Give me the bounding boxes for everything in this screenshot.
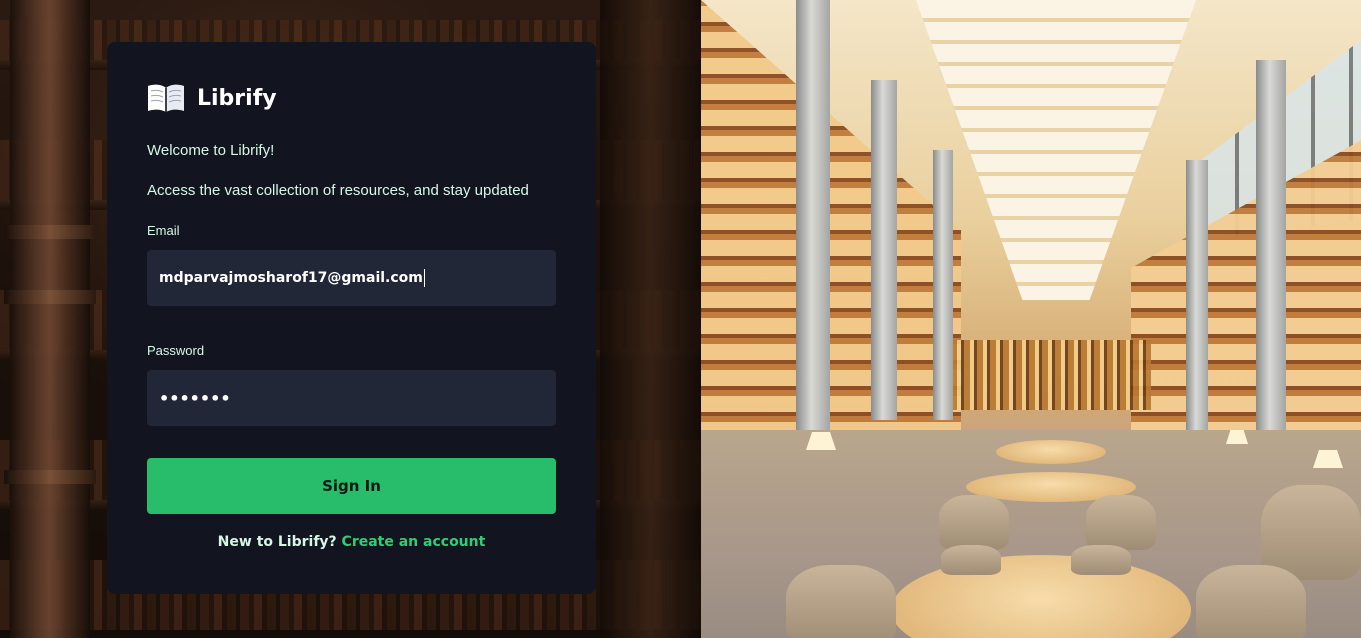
sign-in-button[interactable]: Sign In — [147, 458, 556, 514]
pillar-ring — [4, 225, 96, 239]
brand: Librify — [147, 82, 277, 114]
armchair — [1196, 565, 1306, 638]
wooden-pillar — [10, 0, 90, 638]
armchair — [941, 545, 1001, 575]
create-account-link[interactable]: Create an account — [342, 534, 486, 550]
table — [996, 440, 1106, 464]
email-field[interactable]: mdparvajmosharof17@gmail.com — [147, 250, 556, 306]
open-book-icon — [147, 82, 185, 114]
library-hero-image — [701, 0, 1361, 638]
login-card: Librify Welcome to Librify! Access the v… — [107, 42, 596, 594]
email-label: Email — [147, 223, 180, 238]
bookshelf-far — [951, 340, 1151, 410]
armchair — [1086, 495, 1156, 550]
armchair — [939, 495, 1009, 550]
password-value: ••••••• — [159, 388, 231, 408]
wooden-pillar — [600, 0, 701, 638]
email-value: mdparvajmosharof17@gmail.com — [159, 270, 423, 286]
column — [796, 0, 830, 470]
password-field[interactable]: ••••••• — [147, 370, 556, 426]
column — [933, 150, 953, 420]
signup-prompt-text: New to Librify? — [217, 534, 337, 550]
pillar-ring — [4, 290, 96, 304]
column — [1186, 160, 1208, 430]
text-cursor — [423, 269, 425, 287]
armchair — [1071, 545, 1131, 575]
welcome-text: Welcome to Librify! — [147, 142, 275, 159]
armchair — [786, 565, 896, 638]
column — [871, 80, 897, 420]
tagline-text: Access the vast collection of resources,… — [147, 182, 529, 199]
column — [1256, 60, 1286, 440]
password-label: Password — [147, 343, 205, 358]
signup-prompt: New to Librify? Create an account — [107, 534, 596, 550]
pillar-ring — [4, 470, 96, 484]
brand-name: Librify — [197, 85, 277, 111]
